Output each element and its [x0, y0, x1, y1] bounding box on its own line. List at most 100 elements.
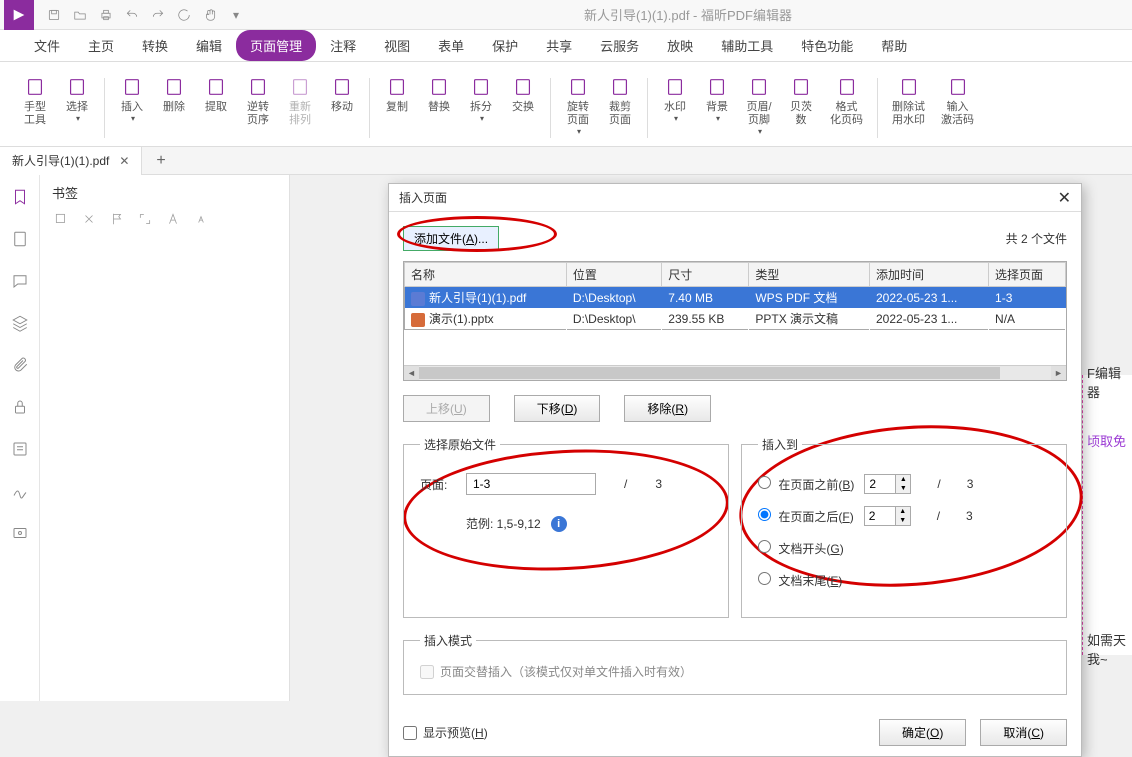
menu-item-3[interactable]: 编辑 [182, 30, 236, 61]
page-range-input[interactable] [466, 473, 596, 495]
ribbon-btn-9[interactable]: 替换 [420, 67, 458, 118]
sign-icon[interactable] [8, 479, 32, 503]
save-icon[interactable] [42, 3, 66, 27]
spin-down-icon[interactable]: ▼ [896, 516, 910, 525]
ribbon-btn-17[interactable]: 贝茨数 [782, 67, 820, 131]
bookmark-icon[interactable] [8, 185, 32, 209]
bm-font-small-icon[interactable] [192, 210, 210, 228]
menu-item-8[interactable]: 保护 [478, 30, 532, 61]
menu-item-12[interactable]: 辅助工具 [707, 30, 787, 61]
scroll-thumb[interactable] [419, 367, 1000, 379]
ribbon-btn-7[interactable]: 移动 [323, 67, 361, 118]
ribbon-icon-9 [427, 75, 451, 99]
ok-button[interactable]: 确定(O) [879, 719, 966, 746]
fields-icon[interactable] [8, 437, 32, 461]
column-header[interactable]: 选择页面 [989, 263, 1066, 287]
spin-down-icon[interactable]: ▼ [896, 484, 910, 493]
dialog-close-icon[interactable]: ✕ [1058, 188, 1071, 208]
opt-doc-start[interactable]: 文档开头(G) [758, 540, 844, 557]
ribbon-icon-10 [469, 75, 493, 99]
pages-icon[interactable] [8, 227, 32, 251]
table-row[interactable]: 演示(1).pptxD:\Desktop\239.55 KBPPTX 演示文稿2… [405, 308, 1066, 330]
menu-item-0[interactable]: 文件 [20, 30, 74, 61]
ribbon-icon-15 [705, 75, 729, 99]
bm-add-icon[interactable] [52, 210, 70, 228]
redo-icon[interactable] [146, 3, 170, 27]
undo-icon[interactable] [120, 3, 144, 27]
ribbon-btn-3[interactable]: 删除 [155, 67, 193, 118]
column-header[interactable]: 位置 [566, 263, 661, 287]
menu-item-9[interactable]: 共享 [532, 30, 586, 61]
table-row[interactable]: 新人引导(1)(1).pdfD:\Desktop\7.40 MBWPS PDF … [405, 287, 1066, 309]
before-page-input[interactable] [864, 474, 896, 494]
bm-del-icon[interactable] [80, 210, 98, 228]
add-file-button[interactable]: 添加文件(A)... [403, 226, 499, 251]
info-icon[interactable]: i [551, 516, 567, 532]
ribbon-btn-2[interactable]: 插入 [113, 67, 151, 128]
opt-before-page[interactable]: 在页面之前(B) [758, 476, 854, 493]
cancel-button[interactable]: 取消(C) [980, 719, 1067, 746]
ribbon-btn-4[interactable]: 提取 [197, 67, 235, 118]
bm-font-icon[interactable] [164, 210, 182, 228]
menu-item-6[interactable]: 视图 [370, 30, 424, 61]
move-down-button[interactable]: 下移(D) [514, 395, 601, 422]
remove-button[interactable]: 移除(R) [624, 395, 711, 422]
menu-item-5[interactable]: 注释 [316, 30, 370, 61]
source-legend: 选择原始文件 [420, 436, 500, 453]
menu-item-11[interactable]: 放映 [653, 30, 707, 61]
print-icon[interactable] [94, 3, 118, 27]
opt-after-page[interactable]: 在页面之后(F) [758, 508, 854, 525]
show-preview-checkbox[interactable] [403, 726, 417, 740]
ribbon-btn-5[interactable]: 逆转页序 [239, 67, 277, 131]
menu-item-10[interactable]: 云服务 [586, 30, 653, 61]
column-header[interactable]: 类型 [749, 263, 870, 287]
spin-up-icon[interactable]: ▲ [896, 475, 910, 484]
opt-doc-end[interactable]: 文档末尾(E) [758, 572, 842, 589]
layers-icon[interactable] [8, 311, 32, 335]
tags-icon[interactable] [8, 521, 32, 545]
menu-item-14[interactable]: 帮助 [867, 30, 921, 61]
menu-item-1[interactable]: 主页 [74, 30, 128, 61]
menu-item-2[interactable]: 转换 [128, 30, 182, 61]
menu-item-4[interactable]: 页面管理 [236, 30, 316, 61]
ribbon-btn-16[interactable]: 页眉/页脚 [740, 67, 778, 141]
horizontal-scrollbar[interactable]: ◄ ► [404, 365, 1066, 380]
column-header[interactable]: 尺寸 [662, 263, 749, 287]
security-icon[interactable] [8, 395, 32, 419]
bm-flag-icon[interactable] [108, 210, 126, 228]
qat-more-icon[interactable]: ▾ [224, 3, 248, 27]
after-page-input[interactable] [864, 506, 896, 526]
attachments-icon[interactable] [8, 353, 32, 377]
spin-up-icon[interactable]: ▲ [896, 507, 910, 516]
ribbon-btn-14[interactable]: 水印 [656, 67, 694, 128]
scroll-right-icon[interactable]: ► [1051, 366, 1066, 380]
comments-icon[interactable] [8, 269, 32, 293]
move-up-button[interactable]: 上移(U) [403, 395, 490, 422]
ribbon-btn-20[interactable]: 输入激活码 [935, 67, 980, 131]
close-tab-icon[interactable]: ✕ [119, 154, 129, 168]
ribbon-btn-19[interactable]: 删除试用水印 [886, 67, 931, 131]
open-icon[interactable] [68, 3, 92, 27]
ribbon-btn-11[interactable]: 交换 [504, 67, 542, 118]
bm-expand-icon[interactable] [136, 210, 154, 228]
dialog-footer: 显示预览(H) 确定(O) 取消(C) [389, 709, 1081, 756]
column-header[interactable]: 名称 [405, 263, 567, 287]
ribbon-btn-12[interactable]: 旋转页面 [559, 67, 597, 141]
document-tab[interactable]: 新人引导(1)(1).pdf ✕ [0, 147, 142, 175]
hand-icon[interactable] [198, 3, 222, 27]
ribbon-btn-8[interactable]: 复制 [378, 67, 416, 118]
ribbon-btn-13[interactable]: 裁剪页面 [601, 67, 639, 131]
menu-item-7[interactable]: 表单 [424, 30, 478, 61]
redo2-icon[interactable] [172, 3, 196, 27]
column-header[interactable]: 添加时间 [870, 263, 989, 287]
ribbon-btn-0[interactable]: 手型工具 [16, 67, 54, 131]
scroll-left-icon[interactable]: ◄ [404, 366, 419, 380]
ribbon-btn-10[interactable]: 拆分 [462, 67, 500, 128]
ribbon-btn-1[interactable]: 选择 [58, 67, 96, 128]
ribbon-btn-6[interactable]: 重新排列 [281, 67, 319, 131]
ribbon-btn-15[interactable]: 背景 [698, 67, 736, 128]
menu-item-13[interactable]: 特色功能 [787, 30, 867, 61]
dialog-title: 插入页面 [399, 189, 447, 206]
ribbon-btn-18[interactable]: 格式化页码 [824, 67, 869, 131]
add-tab-button[interactable]: + [142, 152, 179, 170]
